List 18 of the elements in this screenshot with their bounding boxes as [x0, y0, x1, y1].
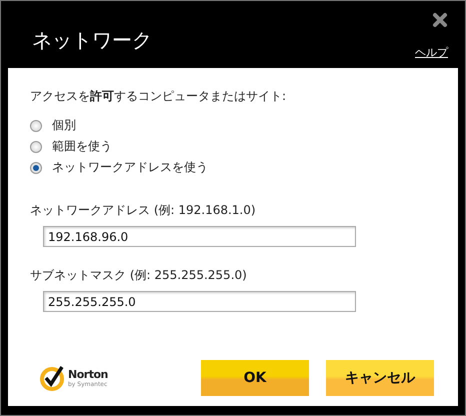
- window-title: ネットワーク: [32, 27, 152, 54]
- help-link[interactable]: ヘルプ: [415, 45, 448, 60]
- field-label: ネットワークアドレス (例: 192.168.1.0): [30, 202, 257, 219]
- cancel-button[interactable]: キャンセル: [326, 360, 434, 396]
- radio-button[interactable]: [30, 120, 42, 132]
- radio-button[interactable]: [30, 140, 42, 152]
- ok-button[interactable]: OK: [201, 360, 309, 396]
- close-icon[interactable]: [432, 12, 448, 28]
- option-label: ネットワークアドレスを使う: [52, 159, 208, 176]
- input-field[interactable]: 192.168.96.0: [43, 226, 356, 247]
- radio-button[interactable]: [30, 162, 42, 174]
- prompt-text: アクセスを許可するコンピュータまたはサイト:: [30, 88, 288, 105]
- option-label: 個別: [52, 117, 76, 134]
- field-label: サブネットマスク (例: 255.255.255.0): [30, 267, 248, 284]
- checkmark-icon: [40, 365, 66, 391]
- input-field[interactable]: 255.255.255.0: [43, 291, 356, 312]
- option-label: 範囲を使う: [52, 138, 112, 155]
- logo-name: Norton: [68, 368, 108, 381]
